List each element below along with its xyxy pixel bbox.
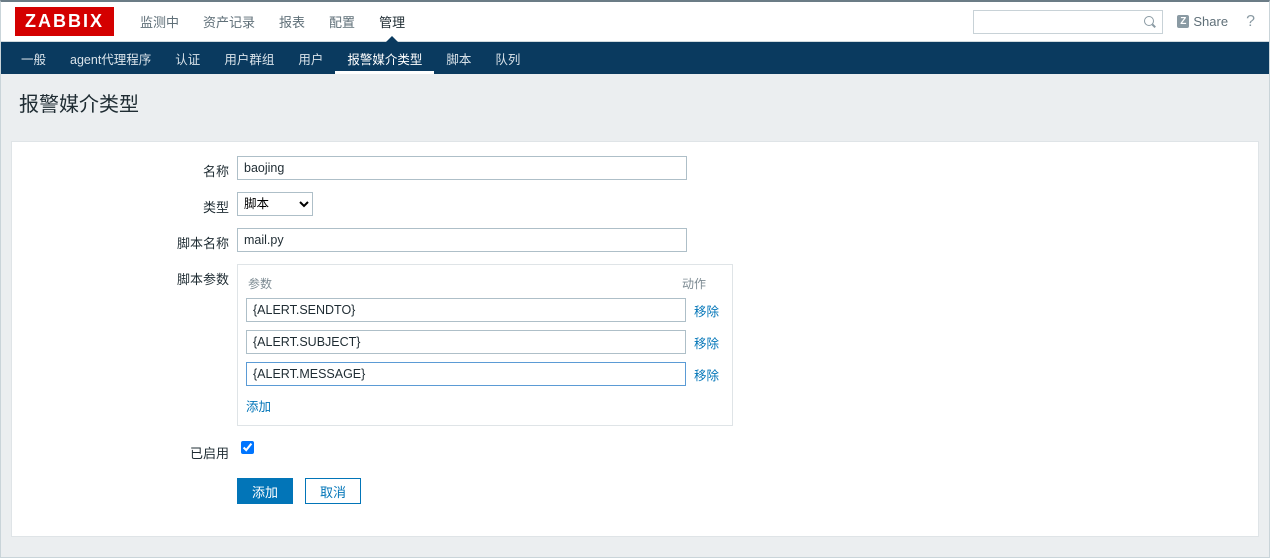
subnav-item[interactable]: 用户 [286,42,335,74]
remove-param-link[interactable]: 移除 [694,333,724,352]
enabled-checkbox[interactable] [241,441,254,454]
share-label: Share [1193,14,1228,29]
zabbix-badge-icon: Z [1177,15,1189,28]
subnav-item[interactable]: 用户群组 [212,42,286,74]
script-params-box: 参数 动作 移除移除移除 添加 [237,264,733,426]
remove-param-link[interactable]: 移除 [694,365,724,384]
topnav-item[interactable]: 报表 [267,2,317,41]
name-input[interactable] [237,156,687,180]
type-select[interactable]: 脚本 [237,192,313,216]
cancel-button[interactable]: 取消 [305,478,361,504]
sub-nav: 一般agent代理程序认证用户群组用户报警媒介类型脚本队列 [1,42,1269,74]
help-button[interactable]: ? [1242,13,1259,31]
remove-param-link[interactable]: 移除 [694,301,724,320]
subnav-item[interactable]: agent代理程序 [58,42,163,74]
page-title: 报警媒介类型 [1,74,1269,131]
params-header-param: 参数 [248,275,682,292]
param-row: 移除 [246,362,724,386]
submit-button[interactable]: 添加 [237,478,293,504]
logo: ZABBIX [15,7,114,36]
script-name-label: 脚本名称 [12,228,237,252]
search-box[interactable] [973,10,1163,34]
topnav-item[interactable]: 配置 [317,2,367,41]
param-input[interactable] [246,330,686,354]
param-input[interactable] [246,362,686,386]
param-row: 移除 [246,330,724,354]
topnav-item[interactable]: 监测中 [128,2,191,41]
params-header-action: 动作 [682,275,722,292]
subnav-item[interactable]: 一般 [9,42,58,74]
enabled-label: 已启用 [12,438,237,462]
subnav-item[interactable]: 报警媒介类型 [335,42,434,74]
script-params-label: 脚本参数 [12,264,237,288]
form-card: 名称 类型 脚本 脚本名称 脚本参数 [11,141,1259,537]
script-name-input[interactable] [237,228,687,252]
subnav-item[interactable]: 队列 [483,42,532,74]
top-nav: ZABBIX 监测中资产记录报表配置管理 Z Share ? [1,2,1269,42]
param-input[interactable] [246,298,686,322]
name-label: 名称 [12,156,237,180]
topnav-item[interactable]: 资产记录 [191,2,267,41]
share-button[interactable]: Z Share [1177,14,1228,29]
search-input[interactable] [980,14,1144,30]
subnav-item[interactable]: 脚本 [434,42,483,74]
param-row: 移除 [246,298,724,322]
add-param-link[interactable]: 添加 [246,396,271,415]
search-icon [1144,16,1156,28]
subnav-item[interactable]: 认证 [163,42,212,74]
topnav-item[interactable]: 管理 [367,2,417,41]
type-label: 类型 [12,192,237,216]
